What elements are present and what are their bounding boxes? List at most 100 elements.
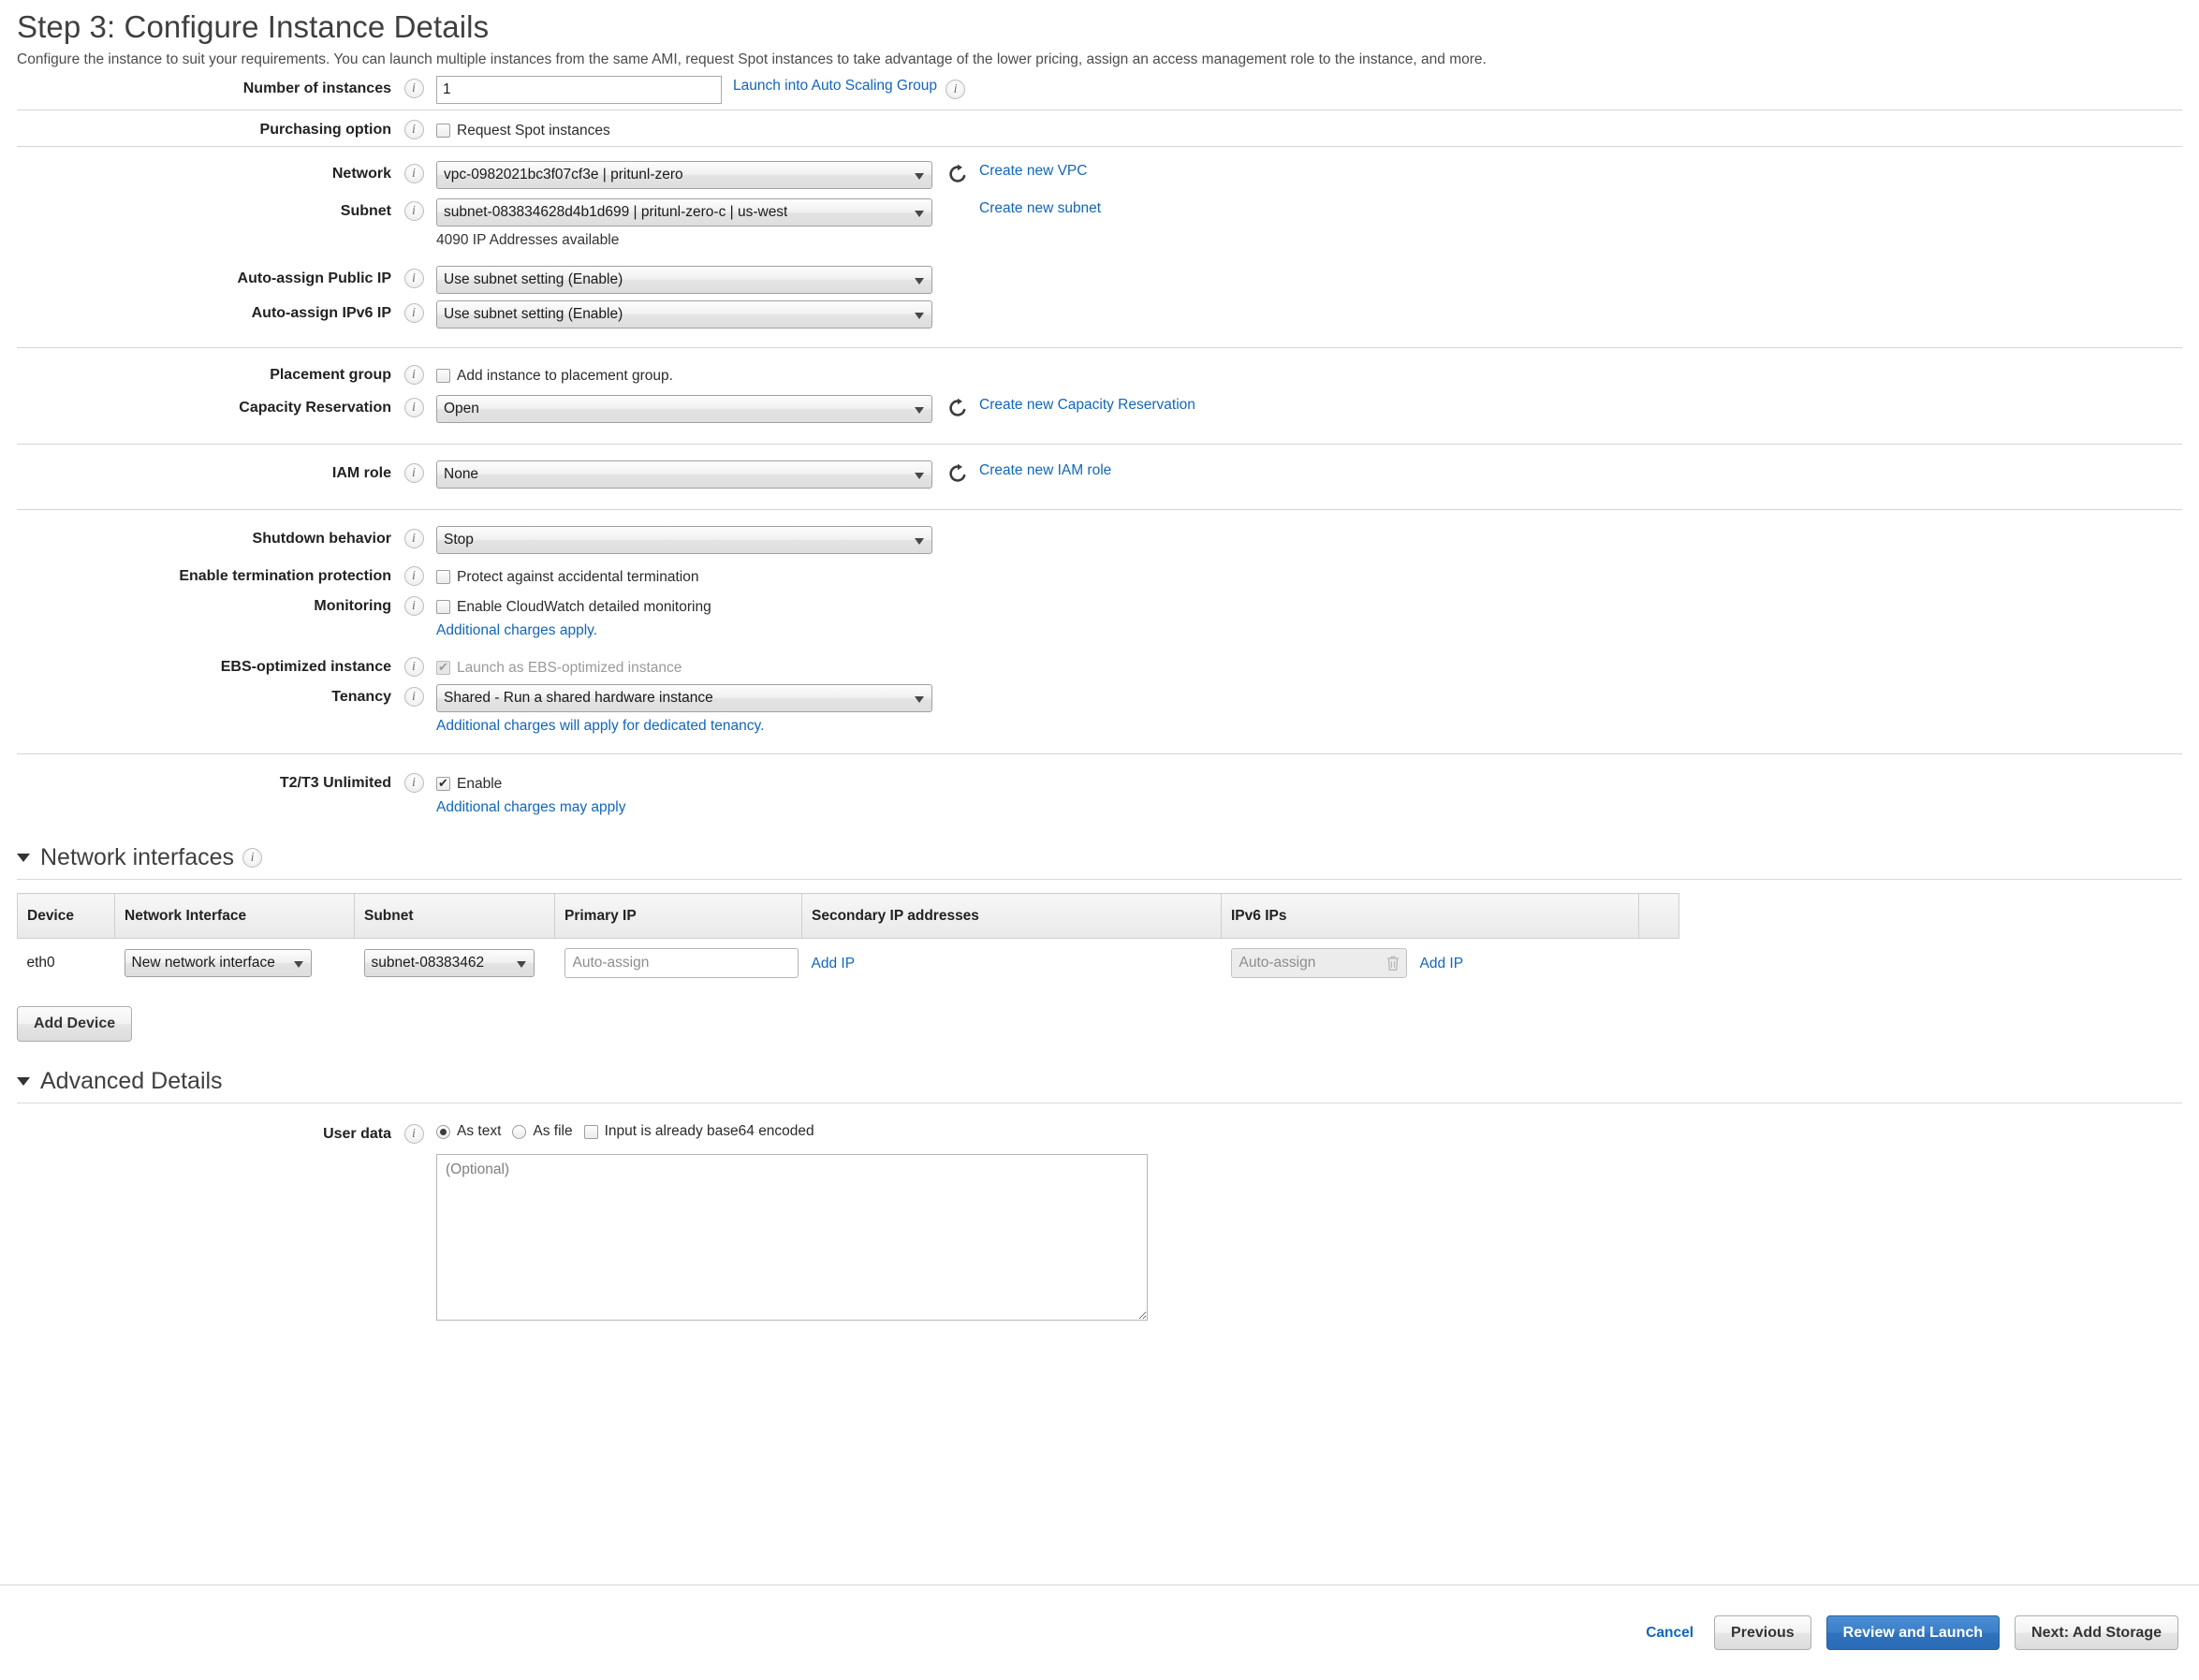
column-header-secondary-ip-addresses: Secondary IP addresses bbox=[801, 893, 1222, 940]
shutdown-behavior-select[interactable]: Stop bbox=[436, 526, 932, 555]
add-instance-to-placement-group-checkbox[interactable] bbox=[436, 369, 450, 384]
create-new-capacity-reservation-link[interactable]: Create new Capacity Reservation bbox=[979, 395, 1195, 415]
user-data-as-file-label: As file bbox=[533, 1122, 573, 1139]
label-network: Network bbox=[331, 166, 391, 183]
info-icon-auto-assign-public-ip[interactable] bbox=[403, 269, 424, 289]
ipv6-input-disabled: Auto-assign bbox=[1230, 948, 1407, 979]
cell-subnet: subnet-08383462 bbox=[355, 939, 555, 988]
info-icon-capacity-reservation[interactable] bbox=[403, 398, 424, 418]
page-title: Step 3: Configure Instance Details bbox=[17, 9, 490, 44]
auto-assign-public-ip-select[interactable]: Use subnet setting (Enable) bbox=[436, 266, 932, 295]
info-icon-auto-assign-ipv6-ip[interactable] bbox=[403, 303, 424, 324]
network-interfaces-section-header[interactable]: Network interfaces bbox=[17, 835, 2182, 881]
create-new-subnet-link[interactable]: Create new subnet bbox=[979, 198, 1101, 218]
user-data-textarea[interactable] bbox=[436, 1153, 1148, 1321]
column-header-ipv6-ips: IPv6 IPs bbox=[1221, 893, 1639, 940]
user-data-as-text-radio[interactable] bbox=[436, 1125, 450, 1140]
user-data-as-text-label: As text bbox=[457, 1122, 502, 1139]
number-of-instances-input[interactable] bbox=[436, 76, 722, 105]
info-icon-tenancy[interactable] bbox=[403, 687, 424, 708]
ebs-optimized-label: Launch as EBS-optimized instance bbox=[457, 660, 682, 677]
t2-t3-additional-charges-link[interactable]: Additional charges may apply bbox=[436, 799, 625, 816]
page-subtitle: Configure the instance to suit your requ… bbox=[17, 51, 1487, 67]
info-icon-placement-group[interactable] bbox=[403, 365, 424, 386]
info-icon-number-of-instances[interactable] bbox=[403, 79, 424, 99]
info-icon-t2-t3-unlimited[interactable] bbox=[403, 773, 424, 794]
table-row: eth0 New network interface subnet-083834… bbox=[17, 938, 1679, 988]
refresh-icon-network[interactable] bbox=[947, 164, 968, 184]
secondary-add-ip-link[interactable]: Add IP bbox=[812, 956, 856, 971]
network-interface-select[interactable]: New network interface bbox=[124, 949, 312, 978]
subnet-select[interactable]: subnet-083834628d4b1d699 | pritunl-zero-… bbox=[436, 198, 932, 227]
column-header-subnet: Subnet bbox=[354, 893, 555, 940]
info-icon-monitoring[interactable] bbox=[403, 596, 424, 617]
row-placement-group: Placement group Add instance to placemen… bbox=[17, 348, 2182, 391]
launch-into-auto-scaling-group-link[interactable]: Launch into Auto Scaling Group bbox=[733, 76, 937, 95]
chevron-down-icon-iam-role bbox=[915, 473, 924, 480]
previous-button[interactable]: Previous bbox=[1714, 1614, 1811, 1651]
page-header: Step 3: Configure Instance Details Confi… bbox=[0, 0, 2199, 69]
capacity-reservation-select[interactable]: Open bbox=[436, 395, 932, 424]
cell-actions bbox=[1639, 939, 1679, 988]
primary-ip-input[interactable] bbox=[564, 948, 799, 979]
info-icon-network[interactable] bbox=[403, 164, 424, 184]
section-purchasing: Purchasing option Request Spot instances bbox=[17, 110, 2182, 148]
chevron-down-icon-ipv6-ip bbox=[915, 313, 924, 320]
create-new-vpc-link[interactable]: Create new VPC bbox=[979, 161, 1087, 181]
tenancy-select[interactable]: Shared - Run a shared hardware instance bbox=[436, 684, 932, 713]
iam-role-select[interactable]: None bbox=[436, 460, 932, 489]
triangle-down-icon-network-interfaces[interactable] bbox=[17, 854, 30, 863]
label-auto-assign-public-ip: Auto-assign Public IP bbox=[237, 270, 391, 287]
monitoring-additional-charges-link[interactable]: Additional charges apply. bbox=[436, 622, 597, 639]
info-icon-network-interfaces[interactable] bbox=[242, 848, 263, 869]
ipv6-add-ip-link[interactable]: Add IP bbox=[1420, 954, 1464, 973]
refresh-icon-iam-role[interactable] bbox=[947, 463, 968, 484]
refresh-icon-capacity-reservation[interactable] bbox=[947, 398, 968, 418]
t2-t3-unlimited-label: Enable bbox=[457, 776, 503, 793]
user-data-as-file-radio[interactable] bbox=[512, 1125, 527, 1140]
next-add-storage-button[interactable]: Next: Add Storage bbox=[2015, 1614, 2178, 1651]
chevron-down-icon-network bbox=[915, 173, 924, 181]
info-icon-termination-protection[interactable] bbox=[403, 566, 424, 587]
chevron-down-icon-network-interface bbox=[293, 961, 303, 969]
row-t2-t3-unlimited: T2/T3 Unlimited Enable Additional charge… bbox=[17, 754, 2182, 822]
chevron-down-icon-subnet bbox=[915, 211, 924, 218]
label-t2-t3-unlimited: T2/T3 Unlimited bbox=[279, 775, 391, 792]
advanced-details-section-header[interactable]: Advanced Details bbox=[17, 1059, 2182, 1103]
info-icon-ebs-optimized[interactable] bbox=[403, 657, 424, 678]
add-device-container: Add Device bbox=[17, 987, 2182, 1045]
chevron-down-icon-row-subnet bbox=[516, 961, 526, 969]
info-icon-shutdown-behavior[interactable] bbox=[403, 529, 424, 549]
trash-icon-ipv6[interactable] bbox=[1385, 955, 1400, 971]
label-shutdown-behavior: Shutdown behavior bbox=[252, 531, 391, 548]
ebs-optimized-checkbox bbox=[436, 659, 450, 676]
add-device-button[interactable]: Add Device bbox=[17, 1006, 133, 1042]
section-iam: IAM role None Create new IAM role bbox=[17, 445, 2182, 511]
triangle-down-icon-advanced-details[interactable] bbox=[17, 1076, 30, 1086]
row-user-data: User data As text As file Input is alrea… bbox=[17, 1103, 2182, 1326]
cancel-link[interactable]: Cancel bbox=[1646, 1623, 1693, 1643]
info-icon-subnet[interactable] bbox=[403, 201, 424, 222]
row-capacity-reservation: Capacity Reservation Open Create new Cap… bbox=[17, 391, 2182, 444]
t2-t3-unlimited-checkbox[interactable] bbox=[436, 775, 450, 792]
info-icon-user-data[interactable] bbox=[403, 1123, 424, 1144]
info-icon-purchasing-option[interactable] bbox=[403, 120, 424, 140]
review-and-launch-button[interactable]: Review and Launch bbox=[1825, 1614, 2001, 1651]
label-purchasing-option: Purchasing option bbox=[259, 122, 391, 139]
create-new-iam-role-link[interactable]: Create new IAM role bbox=[979, 460, 1111, 480]
request-spot-instances-checkbox[interactable] bbox=[436, 124, 450, 139]
label-subnet: Subnet bbox=[340, 203, 391, 220]
info-icon-auto-scaling-group[interactable] bbox=[946, 80, 966, 100]
termination-protection-checkbox[interactable] bbox=[436, 570, 450, 585]
label-monitoring: Monitoring bbox=[314, 598, 391, 615]
request-spot-instances-label: Request Spot instances bbox=[457, 123, 610, 139]
info-icon-iam-role[interactable] bbox=[403, 463, 424, 484]
user-data-base64-checkbox[interactable] bbox=[583, 1125, 598, 1140]
auto-assign-ipv6-ip-select[interactable]: Use subnet setting (Enable) bbox=[436, 300, 932, 329]
row-number-of-instances: Number of instances Launch into Auto Sca… bbox=[17, 69, 2182, 110]
cloudwatch-monitoring-checkbox[interactable] bbox=[436, 600, 450, 615]
tenancy-additional-charges-link[interactable]: Additional charges will apply for dedica… bbox=[436, 718, 764, 735]
chevron-down-icon-capacity-reservation bbox=[915, 407, 924, 415]
row-subnet-select[interactable]: subnet-08383462 bbox=[363, 949, 535, 978]
network-select[interactable]: vpc-0982021bc3f07cf3e | pritunl-zero bbox=[436, 161, 932, 190]
